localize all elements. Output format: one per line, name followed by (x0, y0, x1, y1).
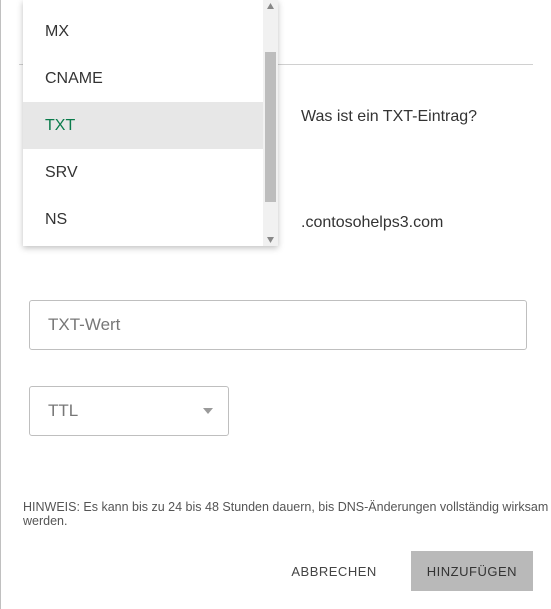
scroll-thumb[interactable] (265, 52, 276, 202)
option-mx[interactable]: MX (23, 8, 263, 55)
txt-info-link[interactable]: Was ist ein TXT-Eintrag? (301, 108, 477, 126)
txt-value-placeholder: TXT-Wert (48, 315, 120, 335)
dropdown-scrollbar[interactable] (263, 0, 278, 246)
option-cname[interactable]: CNAME (23, 55, 263, 102)
option-srv[interactable]: SRV (23, 149, 263, 196)
add-button[interactable]: HINZUFÜGEN (411, 551, 533, 591)
record-type-dropdown[interactable]: MX CNAME TXT SRV NS (23, 0, 278, 246)
ttl-placeholder: TTL (48, 401, 78, 421)
option-ns[interactable]: NS (23, 196, 263, 243)
scroll-up-icon[interactable] (263, 0, 278, 12)
option-txt[interactable]: TXT (23, 102, 263, 149)
button-row: ABBRECHEN HINZUFÜGEN (273, 551, 533, 591)
dns-record-form: Was ist ein TXT-Eintrag? .contosohelps3.… (0, 0, 551, 609)
txt-value-field[interactable]: TXT-Wert (29, 300, 527, 350)
chevron-down-icon (202, 407, 214, 415)
scroll-down-icon[interactable] (263, 234, 278, 246)
ttl-select[interactable]: TTL (29, 386, 229, 436)
domain-suffix: .contosohelps3.com (301, 214, 443, 232)
dropdown-options-list: MX CNAME TXT SRV NS (23, 0, 263, 246)
scroll-track[interactable] (263, 12, 278, 234)
cancel-button[interactable]: ABBRECHEN (273, 551, 394, 591)
propagation-note: HINWEIS: Es kann bis zu 24 bis 48 Stunde… (23, 500, 551, 528)
